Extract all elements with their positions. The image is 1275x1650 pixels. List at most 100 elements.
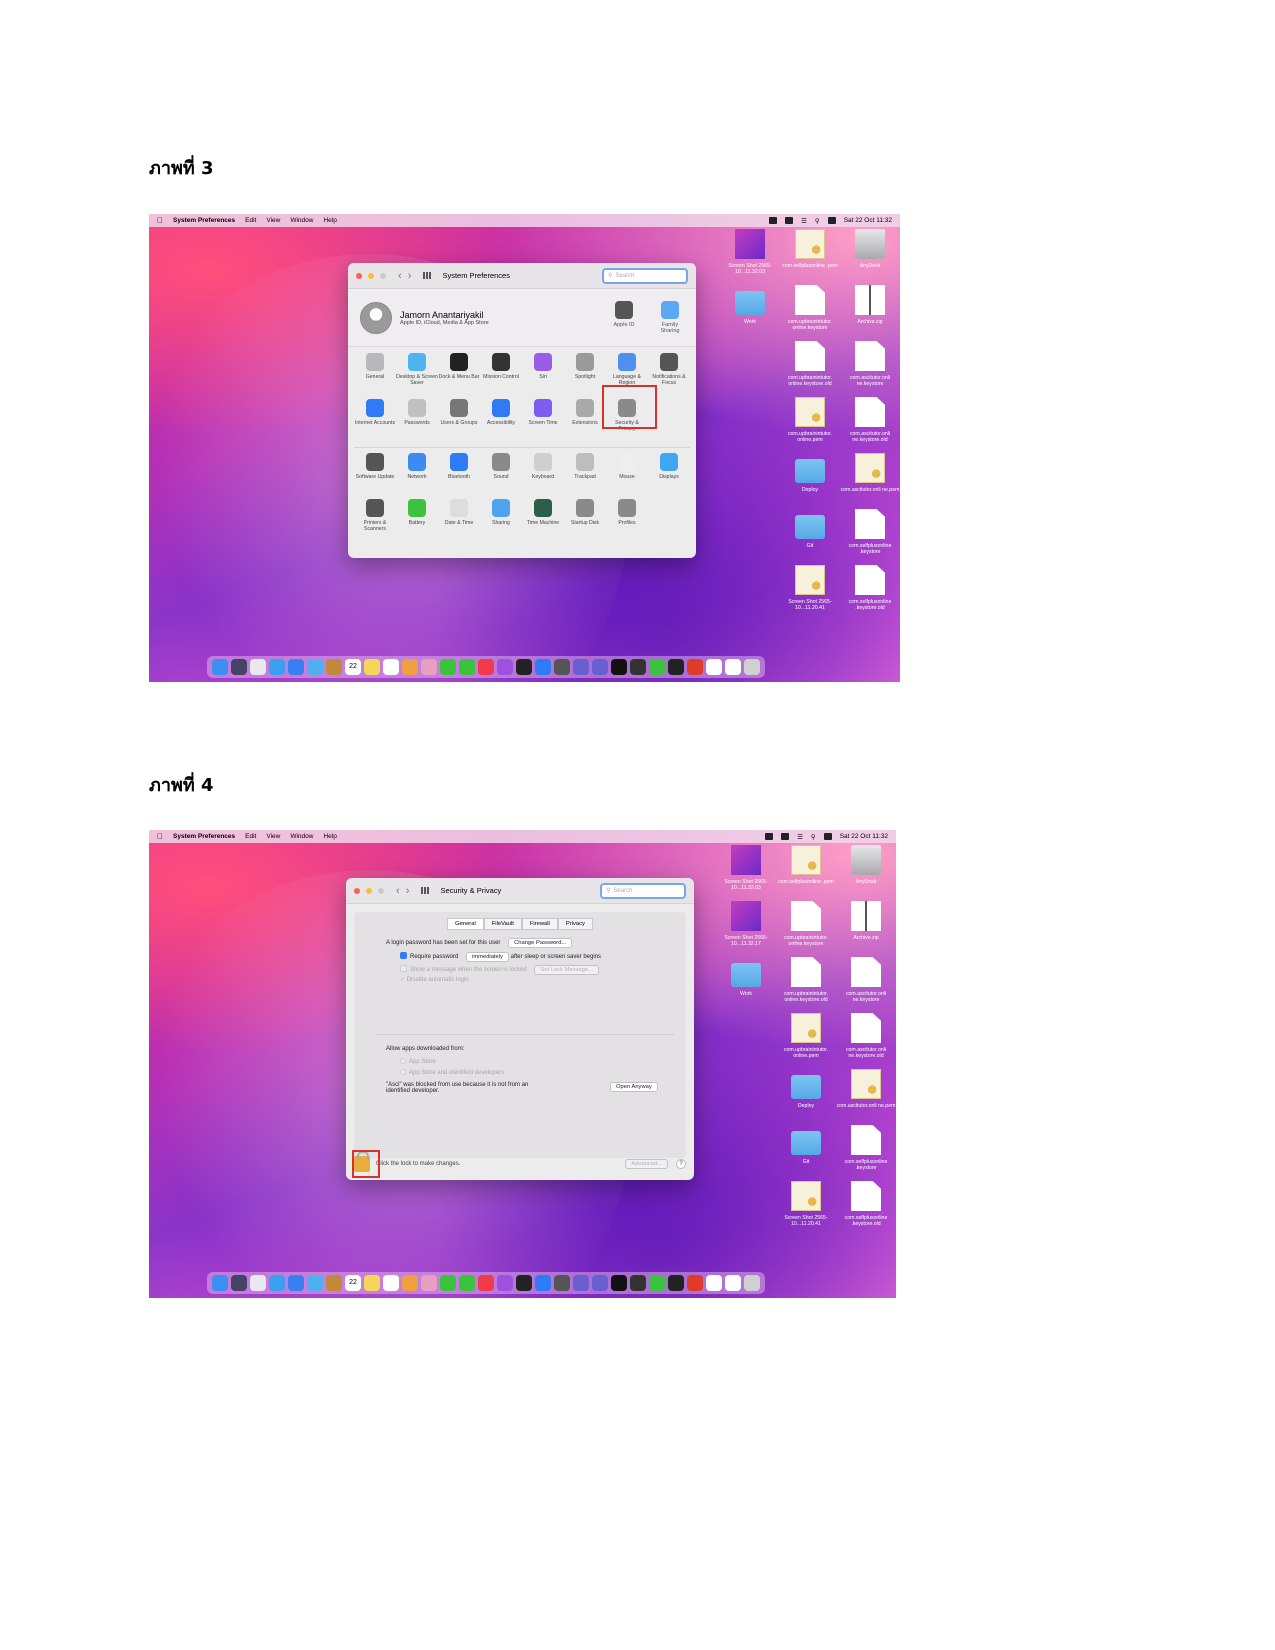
change-password-button[interactable]: Change Password... — [508, 938, 573, 948]
desktop-item[interactable]: Git — [780, 509, 840, 549]
dock-app-icon[interactable] — [231, 1275, 247, 1291]
dock-app-icon[interactable] — [402, 1275, 418, 1291]
dock-app-icon[interactable] — [326, 1275, 342, 1291]
desktop-item[interactable]: Work — [720, 285, 780, 325]
pref-trackpad[interactable]: Trackpad — [564, 453, 606, 499]
desktop-item[interactable]: com.selfplusonline .keystore — [840, 509, 900, 555]
dock-app-icon[interactable] — [288, 659, 304, 675]
dock-app-icon[interactable] — [402, 659, 418, 675]
dock-app-icon[interactable] — [725, 659, 741, 675]
menu-help[interactable]: Help — [323, 833, 336, 840]
desktop-item[interactable]: com.ascitutor.onli ne.keystore — [840, 341, 900, 387]
search-field[interactable]: ⚲ Search — [602, 267, 688, 284]
pref-mouse[interactable]: Mouse — [606, 453, 648, 499]
pref-profiles[interactable]: Profiles — [606, 499, 648, 545]
desktop-item[interactable]: Screen Shot 2565-10...11.32.17 — [716, 901, 776, 947]
dock-app-icon[interactable] — [288, 1275, 304, 1291]
dock-app-icon[interactable] — [250, 659, 266, 675]
dock-app-icon[interactable] — [516, 1275, 532, 1291]
control-center-icon[interactable] — [827, 217, 836, 224]
dock-app-icon[interactable] — [212, 659, 228, 675]
pref-battery[interactable]: Battery — [396, 499, 438, 545]
back-forward-icon[interactable]: ‹ › — [398, 270, 411, 282]
dock-app-icon[interactable] — [725, 1275, 741, 1291]
input-source-icon[interactable] — [769, 217, 778, 224]
dock-app-icon[interactable] — [440, 1275, 456, 1291]
tab-firewall[interactable]: Firewall — [521, 918, 558, 930]
dock-app-icon[interactable] — [269, 1275, 285, 1291]
dock-app-icon[interactable] — [421, 1275, 437, 1291]
pref-sound[interactable]: Sound — [480, 453, 522, 499]
dock-app-icon[interactable] — [269, 659, 285, 675]
apple-menu-icon[interactable]:  — [157, 832, 163, 841]
pref-extensions[interactable]: Extensions — [564, 399, 606, 445]
dock-app-icon[interactable] — [459, 1275, 475, 1291]
close-window-button[interactable] — [356, 272, 362, 279]
dock-app-icon[interactable] — [630, 1275, 646, 1291]
identified-radio[interactable] — [400, 1069, 406, 1075]
menu-clock[interactable]: Sat 22 Oct 11:32 — [840, 833, 888, 840]
show-all-grid-icon[interactable] — [423, 272, 433, 279]
desktop-item[interactable]: com.ascitutor.onli ne.keystore.old — [840, 397, 900, 443]
pref-general[interactable]: General — [354, 353, 396, 399]
dock-app-icon[interactable] — [573, 659, 589, 675]
dock-app-icon[interactable] — [364, 1275, 380, 1291]
desktop-item[interactable]: com.upbrainintutor. online.keystore.old — [776, 957, 836, 1003]
dock-app-icon[interactable] — [383, 1275, 399, 1291]
dock-calendar-icon[interactable]: 22 — [345, 659, 361, 675]
desktop-item[interactable]: Deploy — [776, 1069, 836, 1109]
desktop-item[interactable]: com.selfplusonline .pem — [776, 845, 836, 885]
dock-app-icon[interactable] — [364, 659, 380, 675]
desktop-item[interactable]: Deploy — [780, 453, 840, 493]
dock-app-icon[interactable] — [326, 659, 342, 675]
dock-app-icon[interactable] — [497, 1275, 513, 1291]
desktop-item[interactable]: com.ascitutor.onli ne.pem — [836, 1069, 896, 1109]
dock-app-icon[interactable] — [687, 1275, 703, 1291]
input-source-icon[interactable] — [765, 833, 774, 840]
dock-app-icon[interactable] — [478, 659, 494, 675]
dock-app-icon[interactable] — [706, 659, 722, 675]
pref-screen-time[interactable]: Screen Time — [522, 399, 564, 445]
menu-clock[interactable]: Sat 22 Oct 11:32 — [844, 217, 892, 224]
zoom-window-button[interactable] — [380, 272, 386, 279]
desktop-item[interactable]: Archive.zip — [840, 285, 900, 325]
menu-view[interactable]: View — [266, 217, 280, 224]
profile-family-sharing[interactable]: Family Sharing — [656, 301, 684, 334]
tab-general[interactable]: General — [447, 918, 484, 930]
dock-app-icon[interactable] — [307, 659, 323, 675]
dock-app-icon[interactable] — [611, 1275, 627, 1291]
spotlight-menu-icon[interactable]: ⚲ — [815, 217, 820, 225]
dock-app-icon[interactable] — [383, 659, 399, 675]
pref-time-machine[interactable]: Time Machine — [522, 499, 564, 545]
dock-app-icon[interactable] — [459, 659, 475, 675]
show-message-checkbox[interactable] — [400, 965, 407, 972]
profile-apple-id[interactable]: Apple ID — [610, 301, 638, 334]
pref-mission-control[interactable]: Mission Control — [480, 353, 522, 399]
desktop-item[interactable]: com.ascitutor.onli ne.keystore — [836, 957, 896, 1003]
dock-app-icon[interactable] — [687, 659, 703, 675]
dock-app-icon[interactable] — [744, 1275, 760, 1291]
app-store-radio[interactable] — [400, 1058, 406, 1064]
dock-app-icon[interactable] — [630, 659, 646, 675]
control-center-icon[interactable] — [823, 833, 832, 840]
pref-startup-disk[interactable]: Startup Disk — [564, 499, 606, 545]
dock-app-icon[interactable] — [421, 659, 437, 675]
desktop-item[interactable]: com.upbrainintutor. online.keystore — [780, 285, 840, 331]
pref-siri[interactable]: Siri — [522, 353, 564, 399]
minimize-window-button[interactable] — [366, 887, 372, 894]
pref-bluetooth[interactable]: Bluetooth — [438, 453, 480, 499]
minimize-window-button[interactable] — [368, 272, 374, 279]
menu-edit[interactable]: Edit — [245, 833, 256, 840]
desktop-item[interactable]: com.upbrainintutor. online.keystore.old — [780, 341, 840, 387]
menu-window[interactable]: Window — [290, 217, 313, 224]
dock-app-icon[interactable] — [744, 659, 760, 675]
pref-passwords[interactable]: Passwords — [396, 399, 438, 445]
pref-sharing[interactable]: Sharing — [480, 499, 522, 545]
pref-spotlight[interactable]: Spotlight — [564, 353, 606, 399]
menu-app-name[interactable]: System Preferences — [173, 833, 235, 840]
dock-app-icon[interactable] — [535, 1275, 551, 1291]
advanced-button[interactable]: Advanced... — [625, 1159, 668, 1169]
desktop-item[interactable]: Screen Shot 2565-10...11.32.03 — [720, 229, 780, 275]
desktop-item[interactable]: Archive.zip — [836, 901, 896, 941]
dock-app-icon[interactable] — [706, 1275, 722, 1291]
